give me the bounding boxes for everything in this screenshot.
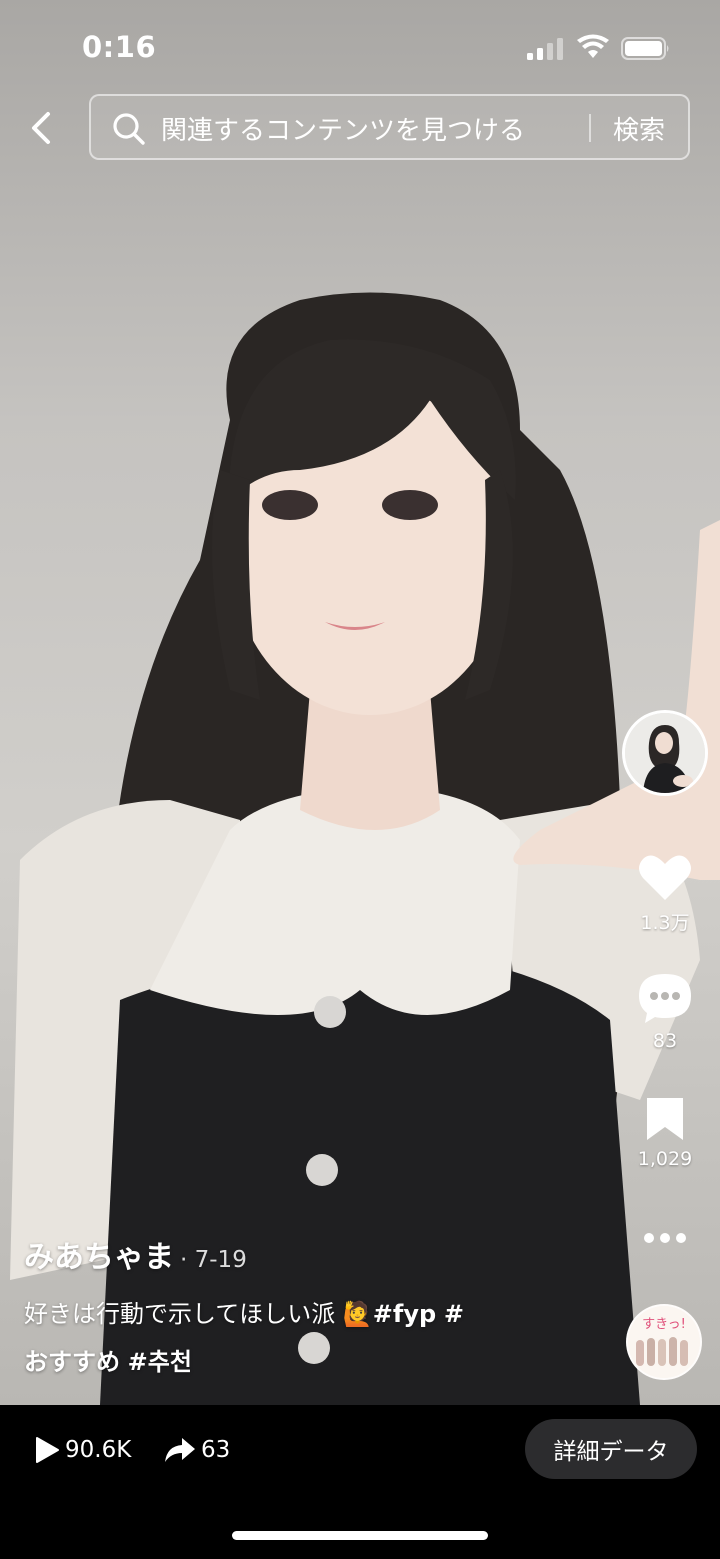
creator-avatar[interactable] — [622, 710, 708, 796]
cellular-signal-icon — [527, 38, 563, 60]
hashtag-osusume[interactable]: おすすめ — [24, 1348, 120, 1376]
battery-icon — [621, 37, 669, 60]
video-player[interactable] — [0, 0, 720, 1405]
music-cover-text: すきっ! — [642, 1317, 686, 1332]
search-divider — [589, 114, 591, 142]
wifi-icon — [577, 34, 609, 58]
plays-stat: 90.6K — [34, 1433, 131, 1467]
search-field[interactable]: 関連するコンテンツを見つける 検索 — [89, 94, 690, 160]
shares-stat: 63 — [164, 1433, 230, 1467]
chevron-left-icon — [32, 112, 50, 144]
more-options-button[interactable] — [620, 1230, 710, 1249]
more-dots-icon — [644, 1233, 686, 1243]
post-description: 好きは行動で示してほしい派 🙋#fyp # おすすめ #추천 — [24, 1290, 604, 1386]
hashtag-empty[interactable]: # — [444, 1300, 464, 1328]
search-submit-button[interactable]: 検索 — [613, 110, 665, 147]
bottom-stats-bar: 90.6K 63 詳細データ — [0, 1405, 720, 1559]
back-button[interactable] — [22, 108, 58, 148]
avatar-image — [625, 713, 705, 793]
top-bar: 関連するコンテンツを見つける 検索 — [0, 94, 720, 162]
insights-button[interactable]: 詳細データ — [525, 1419, 697, 1479]
post-date: · 7-19 — [180, 1247, 247, 1273]
search-placeholder: 関連するコンテンツを見つける — [161, 116, 526, 146]
comment-count: 83 — [652, 1030, 678, 1052]
status-bar: 0:16 — [0, 0, 720, 96]
description-text: 好きは行動で示してほしい派 🙋 — [24, 1300, 373, 1328]
play-icon — [36, 1437, 59, 1463]
heart-icon — [639, 855, 691, 900]
comment-icon — [639, 974, 691, 1023]
post-caption: みあちゃま · 7-19 好きは行動で示してほしい派 🙋#fyp # おすすめ #… — [24, 1238, 604, 1386]
save-count: 1,029 — [637, 1148, 693, 1170]
music-cover-image: すきっ! — [628, 1306, 700, 1378]
play-count: 90.6K — [65, 1437, 132, 1463]
save-button[interactable]: 1,029 — [620, 1096, 710, 1170]
like-button[interactable]: 1.3万 — [620, 852, 710, 935]
status-time: 0:16 — [82, 30, 157, 64]
comment-button[interactable]: 83 — [620, 972, 710, 1052]
author-name[interactable]: みあちゃま — [24, 1240, 174, 1275]
share-arrow-icon — [165, 1438, 195, 1462]
author-row: みあちゃま · 7-19 — [24, 1238, 604, 1280]
video-frame — [10, 292, 720, 1405]
share-count: 63 — [201, 1437, 231, 1463]
hashtag-chucheon[interactable]: #추천 — [128, 1348, 192, 1376]
music-disc-button[interactable]: すきっ! — [626, 1304, 702, 1380]
search-icon — [113, 113, 145, 145]
like-count: 1.3万 — [640, 912, 690, 934]
home-indicator — [232, 1531, 488, 1540]
hashtag-fyp[interactable]: #fyp — [373, 1300, 436, 1328]
bookmark-icon — [647, 1098, 683, 1140]
